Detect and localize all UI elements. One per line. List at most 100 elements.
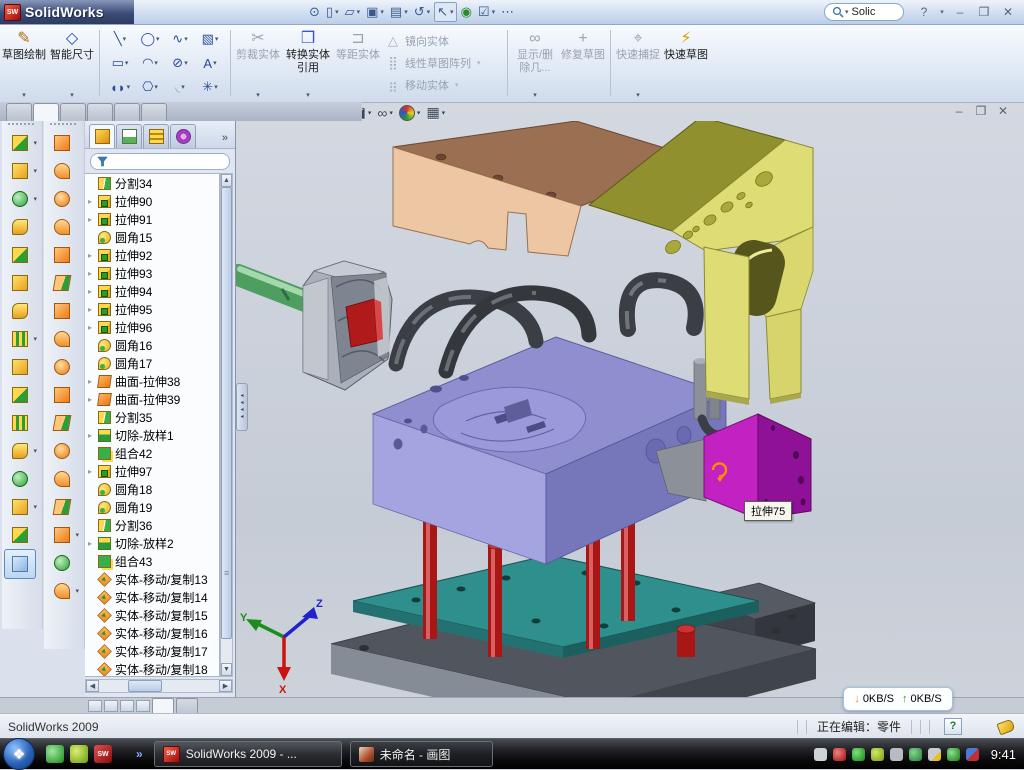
filled-surface[interactable]: ▾ — [44, 269, 80, 297]
trim-entities-button[interactable]: ✂ 剪裁实体 ▾ — [234, 24, 282, 102]
toolbar-overflow-icon[interactable]: ⋯▾ — [499, 3, 516, 21]
taskbar-button-solidworks[interactable]: SW SolidWorks 2009 - ... — [154, 741, 342, 767]
reference-geometry[interactable]: ▾ — [2, 521, 38, 549]
rebuild-icon[interactable]: ◉▾ — [459, 3, 474, 21]
feature-tree-item[interactable]: ▸ 分割36 — [85, 516, 219, 534]
menu-insert[interactable] — [212, 9, 234, 15]
toolbar-grip[interactable] — [50, 123, 76, 125]
configurationmanager-tab[interactable] — [143, 124, 169, 148]
insert-curve[interactable]: ▾ — [2, 493, 38, 521]
expand-arrow-icon[interactable]: ▸ — [88, 431, 97, 440]
feature-tree-item[interactable]: ▸ 实体-移动/复制18 — [85, 660, 219, 677]
tooling-split[interactable]: ▾ — [44, 549, 80, 577]
core[interactable]: ▾ — [44, 577, 80, 605]
feature-tree-item[interactable]: ▸ 曲面-拉伸38 — [85, 372, 219, 390]
expand-arrow-icon[interactable]: ▸ — [88, 215, 97, 224]
doc-restore-button[interactable]: ❐ — [970, 104, 992, 118]
health-tray-icon[interactable] — [947, 748, 960, 761]
dimxpertmanager-tab[interactable] — [170, 124, 196, 148]
tab-sketch[interactable] — [33, 103, 59, 121]
app-close-button[interactable]: ✕ — [998, 5, 1018, 19]
edit-appearance-icon[interactable]: ▾ — [399, 105, 421, 121]
save-icon[interactable]: ▣▾ — [364, 3, 386, 21]
offset-entities-button[interactable]: ⊐ 等距实体 — [334, 24, 382, 102]
smart-dimension-button[interactable]: ◇ 智能尺寸 ▾ — [48, 24, 96, 102]
feature-tree-item[interactable]: ▸ 圆角19 — [85, 498, 219, 516]
split[interactable]: ▾ — [2, 409, 38, 437]
shell[interactable]: ▾ — [2, 269, 38, 297]
extruded-surface[interactable]: ▾ — [44, 129, 80, 157]
scroll-up-button[interactable]: ▲ — [221, 174, 232, 187]
tab-surfaces[interactable] — [60, 103, 86, 121]
feature-tree-item[interactable]: ▸ 圆角15 — [85, 228, 219, 246]
fillet[interactable]: ▾ — [2, 185, 38, 213]
feature-tree-item[interactable]: ▸ 实体-移动/复制13 — [85, 570, 219, 588]
parting-line[interactable]: ▾ — [44, 493, 80, 521]
rib[interactable]: ▾ — [2, 353, 38, 381]
app-minimize-button[interactable]: – — [950, 5, 970, 19]
scroll-down-button[interactable]: ▼ — [221, 663, 232, 676]
doc-minimize-button[interactable]: – — [948, 104, 970, 118]
feature-tree-item[interactable]: ▸ 组合42 — [85, 444, 219, 462]
tab-features[interactable] — [6, 103, 32, 121]
feature-tree-item[interactable]: ▸ 组合43 — [85, 552, 219, 570]
linear-sketch-pattern-button[interactable]: ⣿ 线性草图阵列 ▾ — [384, 52, 502, 74]
open-icon[interactable]: ▱▾ — [343, 3, 363, 21]
sketch-fillet-icon[interactable]: ◟▾ — [165, 75, 195, 99]
prev-tab-button[interactable] — [104, 700, 118, 712]
part-cutaway-block-gray[interactable] — [303, 261, 392, 390]
language-tray-icon[interactable] — [966, 748, 979, 761]
swept-boss-base[interactable]: ▾ — [2, 213, 38, 241]
convert-entities-button[interactable]: ❒ 转换实体引用 ▾ — [282, 24, 334, 102]
feature-filter-input[interactable] — [90, 153, 230, 170]
network-warning-tray-icon[interactable] — [928, 748, 941, 761]
circle-icon[interactable]: ◯▾ — [135, 27, 165, 51]
menu-edit[interactable] — [168, 9, 190, 15]
tab-dimxpert[interactable] — [141, 103, 167, 121]
quick-snaps-button[interactable]: ⌖ 快速捕捉 ▾ — [614, 24, 662, 102]
expand-arrow-icon[interactable]: ▸ — [88, 323, 97, 332]
polygon-icon[interactable]: ⎔▾ — [135, 75, 165, 99]
first-tab-button[interactable] — [88, 700, 102, 712]
toolbar-grip[interactable] — [8, 123, 34, 125]
expand-arrow-icon[interactable]: ▸ — [88, 269, 97, 278]
status-help-button[interactable]: ? — [944, 718, 962, 735]
taskbar-clock[interactable]: 9:41 — [991, 747, 1016, 762]
point-icon[interactable]: ✳▾ — [195, 75, 225, 99]
3d-model-scene[interactable]: Y Z X — [236, 121, 1024, 697]
offset-surface[interactable]: ▾ — [44, 325, 80, 353]
tab-evaluate[interactable] — [114, 103, 140, 121]
app-restore-button[interactable]: ❐ — [974, 5, 994, 19]
sync-tray-icon[interactable] — [909, 748, 922, 761]
tab-motion-study-1[interactable] — [176, 698, 198, 714]
move-entities-button[interactable]: ⣶ 移动实体 ▾ — [384, 74, 502, 96]
tab-model[interactable] — [152, 698, 174, 714]
next-tab-button[interactable] — [120, 700, 134, 712]
planar-surface[interactable]: ▾ — [44, 297, 80, 325]
sketch-dropdown-icon[interactable]: ▾ — [22, 91, 26, 99]
feature-tree-item[interactable]: ▸ 实体-移动/复制16 — [85, 624, 219, 642]
new-document-icon[interactable]: ▯▾ — [324, 3, 341, 21]
draft[interactable]: ▾ — [2, 297, 38, 325]
help-dropdown-icon[interactable]: ▾ — [938, 8, 946, 16]
instant3d[interactable]: ▾ — [4, 549, 36, 579]
move-copy-body[interactable]: ▾ — [2, 437, 38, 465]
sketch-button[interactable]: ✎ 草图绘制 ▾ — [0, 24, 48, 102]
feature-tree-item[interactable]: ▸ 拉伸97 — [85, 462, 219, 480]
feature-tree-item[interactable]: ▸ 拉伸95 — [85, 300, 219, 318]
ellipse-icon[interactable]: ⊘▾ — [165, 51, 195, 75]
sketch-picture-icon[interactable]: ▧▾ — [195, 27, 225, 51]
last-tab-button[interactable] — [136, 700, 150, 712]
feature-tree-item[interactable]: ▸ 拉伸96 — [85, 318, 219, 336]
expand-arrow-icon[interactable]: ▸ — [88, 197, 97, 206]
menu-window[interactable] — [256, 9, 278, 15]
taskbar-button-paint[interactable]: 未命名 - 画图 — [350, 741, 493, 767]
slot-icon[interactable]: ◖◗▾ — [105, 75, 135, 99]
update-tray-icon[interactable] — [871, 748, 884, 761]
feature-tree-item[interactable]: ▸ 圆角16 — [85, 336, 219, 354]
lofted-surface[interactable]: ▾ — [44, 213, 80, 241]
feature-tree-item[interactable]: ▸ 圆角17 — [85, 354, 219, 372]
line-icon[interactable]: ╲▾ — [105, 27, 135, 51]
linear-pattern[interactable]: ▾ — [2, 325, 38, 353]
rapid-sketch-button[interactable]: ⚡ 快速草图 — [662, 24, 710, 102]
